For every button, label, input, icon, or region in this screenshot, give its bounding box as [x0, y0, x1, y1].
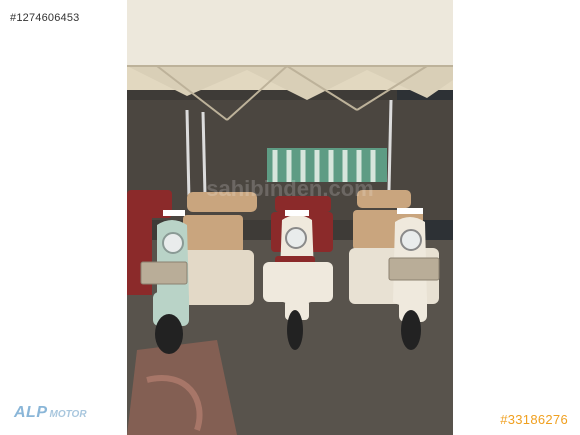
photo-id-label: #1274606453 [10, 12, 80, 24]
listing-photo-image: sahibinden.com [127, 0, 453, 435]
listing-photo[interactable]: sahibinden.com [127, 0, 453, 435]
ad-number-label: #33186276 [500, 412, 568, 427]
dealer-logo: ALP MOTOR [14, 404, 87, 422]
dealer-logo-main: ALP [14, 404, 48, 421]
dealer-logo-sub: MOTOR [49, 409, 87, 420]
svg-text:sahibinden.com: sahibinden.com [206, 176, 373, 201]
